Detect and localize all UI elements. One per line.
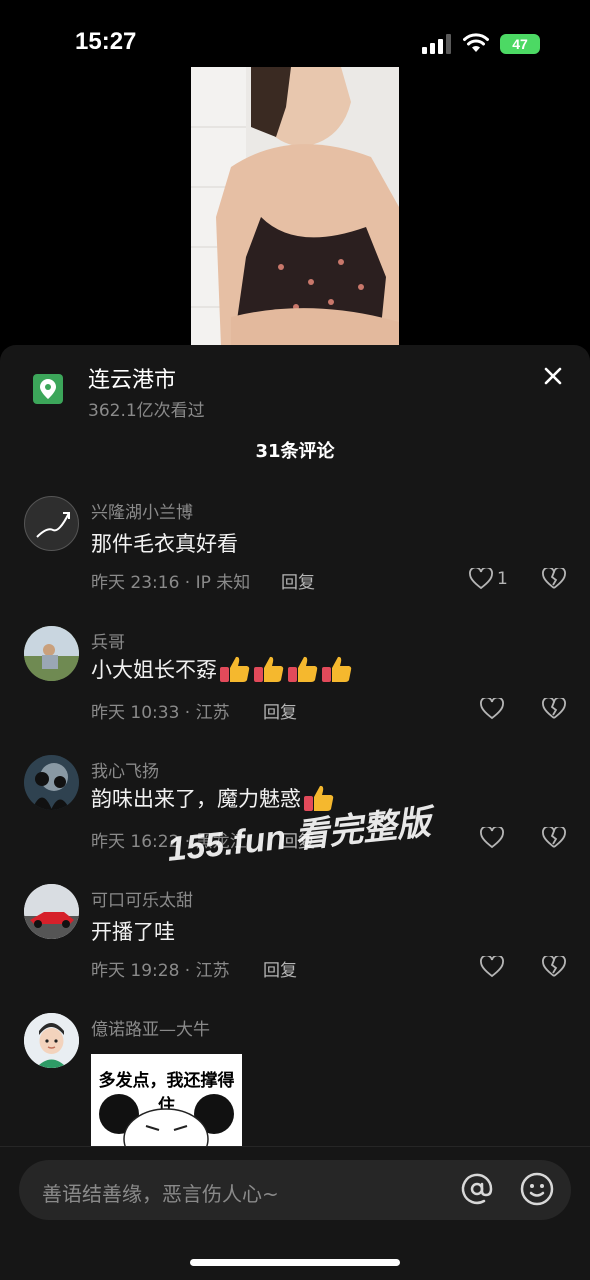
comment-username[interactable]: 億诺路亚—大牛 — [91, 1015, 210, 1040]
like-button[interactable] — [480, 827, 504, 849]
like-button[interactable] — [480, 956, 504, 978]
avatar[interactable] — [24, 884, 79, 939]
comment-text: 开播了哇 — [91, 920, 175, 944]
comment-text: 那件毛衣真好看 — [91, 532, 238, 556]
location-title[interactable]: 连云港市 — [88, 362, 176, 394]
heart-icon — [480, 698, 504, 720]
reply-button[interactable]: 回复 — [263, 698, 297, 723]
like-count: 1 — [497, 569, 508, 589]
like-button[interactable]: 1 — [469, 568, 508, 590]
wifi-icon — [463, 33, 489, 52]
avatar[interactable] — [24, 1013, 79, 1068]
comment-username[interactable]: 我心飞扬 — [91, 757, 159, 782]
thumbs-up-icon — [322, 656, 352, 682]
avatar[interactable] — [24, 496, 79, 551]
comment-meta: 昨天 23:16 · IP 未知 — [91, 573, 251, 593]
avatar[interactable] — [24, 755, 79, 810]
close-icon[interactable] — [540, 363, 566, 389]
comment-username[interactable]: 兴隆湖小兰博 — [91, 498, 193, 523]
comments-count: 31条评论 — [255, 441, 335, 462]
heart-icon — [480, 827, 504, 849]
broken-heart-icon[interactable] — [542, 956, 566, 978]
comment-text: 小大姐长不孬 — [91, 654, 353, 684]
comment-meta: 昨天 19:28 · 江苏 — [91, 961, 230, 981]
comment-username[interactable]: 可口可乐太甜 — [91, 886, 193, 911]
location-pin-icon[interactable] — [33, 374, 63, 404]
comment-item: 億诺路亚—大牛 — [0, 1007, 590, 1127]
reply-button[interactable]: 回复 — [281, 568, 315, 593]
comment-item: 可口可乐太甜 开播了哇 昨天 19:28 · 江苏 回复 — [0, 878, 590, 998]
video-preview[interactable] — [191, 67, 399, 347]
thumbs-up-emojis — [219, 654, 353, 684]
broken-heart-icon[interactable] — [542, 827, 566, 849]
reply-button[interactable]: 回复 — [263, 956, 297, 981]
comment-input-placeholder: 善语结善缘，恶言伤人心~ — [42, 1182, 279, 1206]
thumbs-up-icon — [220, 656, 250, 682]
battery-indicator: 47 — [500, 34, 540, 54]
video-frame-image — [191, 67, 399, 347]
broken-heart-icon[interactable] — [542, 568, 566, 590]
emoji-icon[interactable] — [518, 1170, 556, 1208]
thumbs-up-icon — [254, 656, 284, 682]
broken-heart-icon[interactable] — [542, 698, 566, 720]
mention-at-icon[interactable] — [458, 1170, 496, 1208]
status-time: 15:27 — [75, 28, 137, 55]
heart-icon — [480, 956, 504, 978]
signal-icon — [422, 34, 451, 54]
panda-meme-icon — [99, 1094, 234, 1146]
heart-icon — [469, 568, 493, 590]
thumbs-up-icon — [288, 656, 318, 682]
home-indicator — [190, 1259, 400, 1266]
comment-meta: 昨天 10:33 · 江苏 — [91, 703, 230, 723]
comment-item: 兵哥 小大姐长不孬 昨天 10:33 · 江苏 回复 — [0, 620, 590, 740]
avatar[interactable] — [24, 626, 79, 681]
like-button[interactable] — [480, 698, 504, 720]
comment-sticker-image[interactable]: 多发点，我还撑得住 — [91, 1054, 242, 1146]
comment-username[interactable]: 兵哥 — [91, 628, 125, 653]
comment-item: 兴隆湖小兰博 那件毛衣真好看 昨天 23:16 · IP 未知 回复 1 — [0, 490, 590, 610]
location-views: 362.1亿次看过 — [88, 401, 205, 421]
